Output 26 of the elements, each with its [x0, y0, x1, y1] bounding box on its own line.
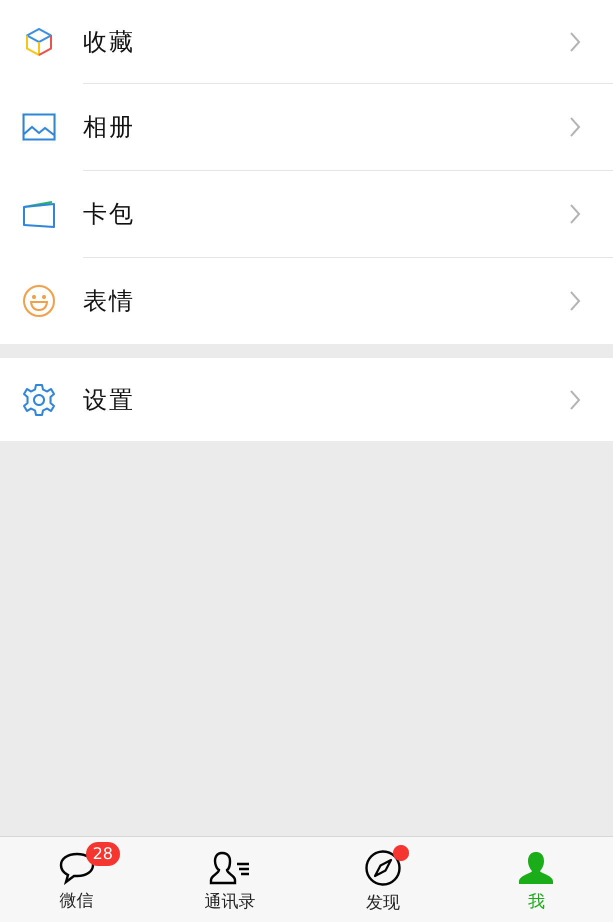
settings-icon	[22, 382, 56, 416]
compass-icon	[364, 849, 402, 887]
person-icon	[517, 850, 556, 886]
contacts-icon	[208, 850, 252, 886]
menu-label: 设置	[83, 384, 136, 416]
image-icon	[22, 112, 56, 140]
chevron-icon	[569, 202, 581, 224]
chevron-icon	[569, 290, 581, 312]
unread-badge: 28	[86, 842, 120, 866]
tab[interactable]: 通讯录	[153, 837, 306, 922]
menu-label: 收藏	[83, 26, 136, 58]
menu-item[interactable]: 收藏	[0, 0, 613, 83]
menu-label: 卡包	[83, 198, 136, 230]
smiley-icon	[22, 284, 56, 318]
menu-label: 表情	[83, 286, 136, 316]
tab[interactable]: 28 微信	[0, 837, 154, 922]
chevron-icon	[569, 30, 581, 52]
menu-item[interactable]: 卡包	[0, 170, 613, 257]
chevron-icon	[569, 116, 581, 138]
tab[interactable]: 发现	[306, 837, 460, 922]
menu-item[interactable]: 设置	[0, 358, 613, 441]
menu-item[interactable]: 相册	[0, 83, 613, 170]
chevron-icon	[569, 388, 581, 410]
menu-label: 相册	[83, 112, 136, 142]
menu-item[interactable]: 表情	[0, 257, 613, 344]
card-holder-icon	[22, 198, 56, 228]
